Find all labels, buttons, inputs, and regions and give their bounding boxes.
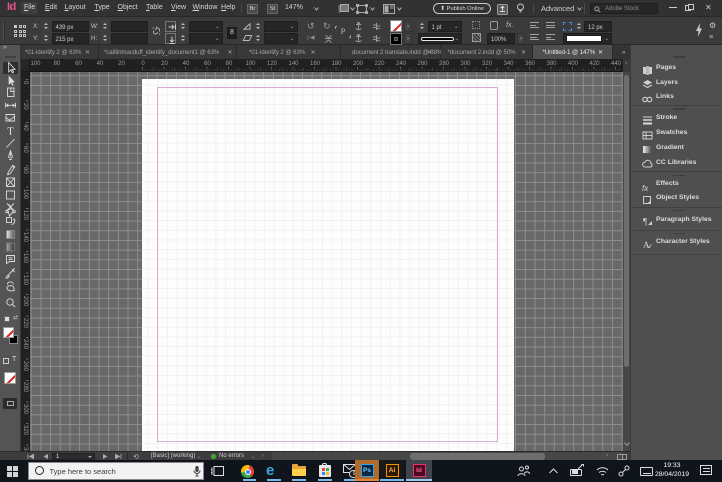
- svg-text:A: A: [643, 240, 650, 250]
- svg-text:¶: ¶: [643, 217, 647, 227]
- svg-text:T: T: [7, 127, 14, 138]
